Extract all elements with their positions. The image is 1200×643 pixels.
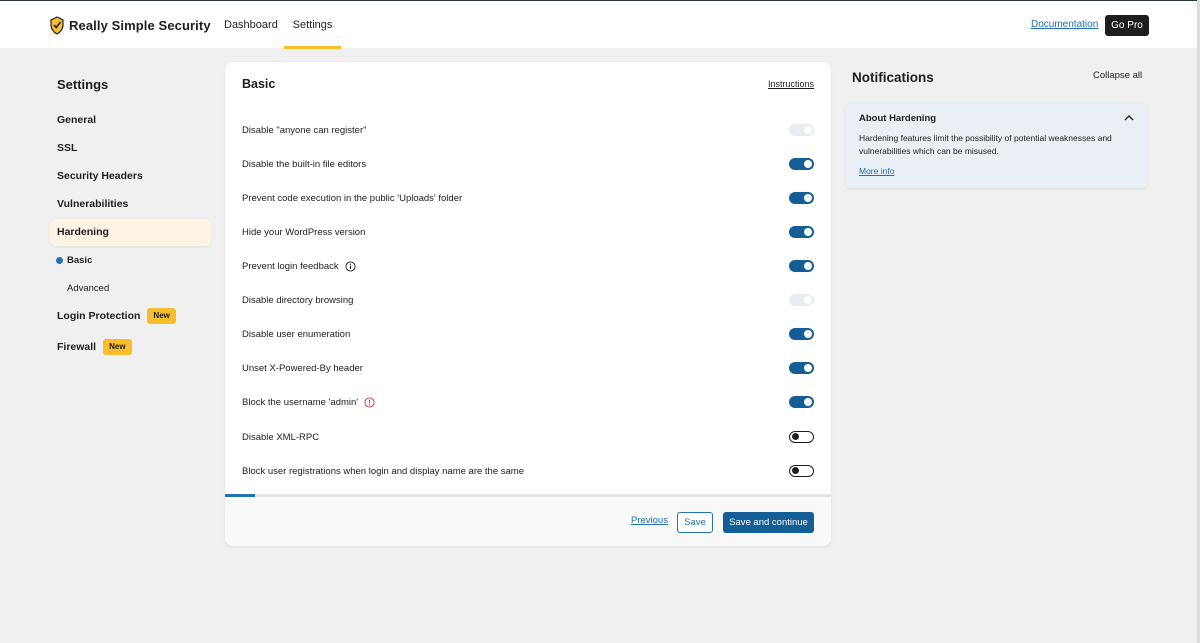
chevron-up-icon[interactable] <box>1123 112 1135 124</box>
sidebar-subitem-basic[interactable]: Basic <box>67 255 92 266</box>
sidebar-title: Settings <box>57 77 109 92</box>
progress-fill <box>225 494 256 497</box>
collapse-all-link[interactable]: Collapse all <box>1093 70 1142 81</box>
setting-label: Prevent code execution in the public 'Up… <box>242 192 463 204</box>
sidebar-item-hardening[interactable]: Hardening <box>50 219 211 246</box>
sidebar-item-login-protection[interactable]: Login Protection New <box>50 303 211 330</box>
previous-link[interactable]: Previous <box>631 515 668 526</box>
notifications-title: Notifications <box>852 70 934 85</box>
logo-text: Really Simple Security <box>69 18 211 33</box>
toggle-switch[interactable] <box>789 158 814 170</box>
top-bar: Really Simple Security Dashboard Setting… <box>0 0 1200 49</box>
notification-text: Hardening features limit the possibility… <box>859 133 1112 156</box>
sidebar-item-vulnerabilities[interactable]: Vulnerabilities <box>50 191 211 218</box>
shield-check-logo-icon <box>50 16 64 35</box>
toggle-switch[interactable] <box>789 192 814 204</box>
sidebar-item-general[interactable]: General <box>50 107 211 134</box>
setting-label: Disable "anyone can register" <box>242 124 367 136</box>
sidebar-item-firewall[interactable]: Firewall New <box>50 334 211 361</box>
new-badge: New <box>147 308 176 325</box>
sidebar-item-security-headers[interactable]: Security Headers <box>50 163 211 190</box>
toggle-switch[interactable] <box>789 124 814 136</box>
tab-dashboard[interactable]: Dashboard <box>224 1 278 49</box>
toggle-switch[interactable] <box>789 226 814 238</box>
setting-row: Block user registrations when login and … <box>242 460 814 482</box>
setting-label: Block user registrations when login and … <box>242 465 524 477</box>
setting-label: Disable directory browsing <box>242 294 354 306</box>
setting-label: Prevent login feedback <box>242 260 339 272</box>
sidebar-item-ssl[interactable]: SSL <box>50 135 211 162</box>
setting-row: Disable "anyone can register" <box>242 119 814 141</box>
setting-row: Unset X-Powered-By header <box>242 357 814 379</box>
setting-row: Disable user enumeration <box>242 323 814 345</box>
tab-settings[interactable]: Settings <box>284 1 341 49</box>
setting-label: Disable user enumeration <box>242 328 351 340</box>
panel-footer: Previous Save Save and continue <box>225 495 831 546</box>
save-button[interactable]: Save <box>677 512 713 533</box>
documentation-link[interactable]: Documentation <box>1031 19 1098 30</box>
setting-label: Block the username 'admin' <box>242 396 359 408</box>
setting-row: Hide your WordPress version <box>242 221 814 243</box>
setting-label: Disable the built-in file editors <box>242 158 367 170</box>
save-and-continue-button[interactable]: Save and continue <box>723 512 814 533</box>
setting-label: Unset X-Powered-By header <box>242 362 363 374</box>
new-badge: New <box>103 339 132 356</box>
notification-card-title: About Hardening <box>859 113 937 124</box>
toggle-switch[interactable] <box>789 431 814 443</box>
warning-icon[interactable] <box>364 396 375 408</box>
setting-label: Disable XML-RPC <box>242 431 320 443</box>
setting-row: Disable XML-RPC <box>242 426 814 448</box>
more-info-link[interactable]: More info <box>859 166 894 176</box>
go-pro-button[interactable]: Go Pro <box>1105 15 1149 36</box>
setting-row: Disable the built-in file editors <box>242 153 814 175</box>
toggle-switch[interactable] <box>789 294 814 306</box>
setting-row: Prevent login feedback <box>242 255 814 277</box>
current-dot-icon <box>56 257 63 264</box>
setting-label-with-icon: Prevent login feedback <box>242 261 356 272</box>
logo[interactable]: Really Simple Security <box>49 16 211 35</box>
sidebar-item-label: Firewall <box>57 341 97 353</box>
settings-panel: Basic Instructions Disable "anyone can r… <box>225 62 831 546</box>
panel-title: Basic <box>242 77 276 91</box>
setting-row: Prevent code execution in the public 'Up… <box>242 187 814 209</box>
sidebar-subitem-advanced[interactable]: Advanced <box>67 283 109 294</box>
toggle-switch[interactable] <box>789 396 814 408</box>
notification-card: About Hardening Hardening features limit… <box>845 103 1148 188</box>
toggle-switch[interactable] <box>789 328 814 340</box>
instructions-link[interactable]: Instructions <box>768 79 814 89</box>
progress-bar <box>225 494 831 497</box>
toggle-switch[interactable] <box>789 260 814 272</box>
sidebar-item-label: Login Protection <box>57 310 141 322</box>
setting-label-with-icon: Block the username 'admin' <box>242 397 375 408</box>
setting-label: Hide your WordPress version <box>242 226 366 238</box>
info-icon[interactable] <box>345 260 356 272</box>
toggle-switch[interactable] <box>789 362 814 374</box>
setting-row: Disable directory browsing <box>242 289 814 311</box>
toggle-switch[interactable] <box>789 465 814 477</box>
setting-row: Block the username 'admin' <box>242 391 814 413</box>
